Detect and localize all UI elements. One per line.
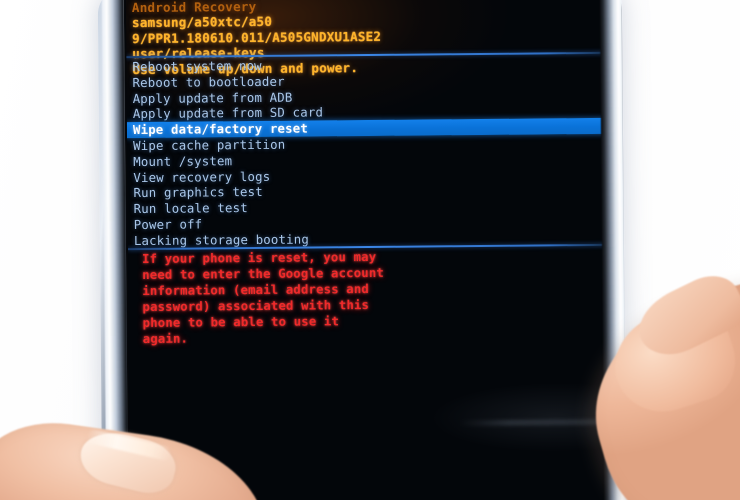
android-recovery-screen[interactable]: Android Recovery samsung/a50xtc/a50 9/PP…	[125, 0, 609, 500]
screen-reflection-streak	[459, 418, 609, 427]
screen-smudge	[429, 381, 609, 454]
recovery-menu[interactable]: Reboot system now Reboot to bootloader A…	[126, 55, 606, 249]
screenshot-stage: Android Recovery samsung/a50xtc/a50 9/PP…	[0, 0, 740, 500]
phone-bezel-left	[101, 0, 129, 500]
factory-reset-warning: If your phone is reset, you may need to …	[128, 248, 607, 348]
